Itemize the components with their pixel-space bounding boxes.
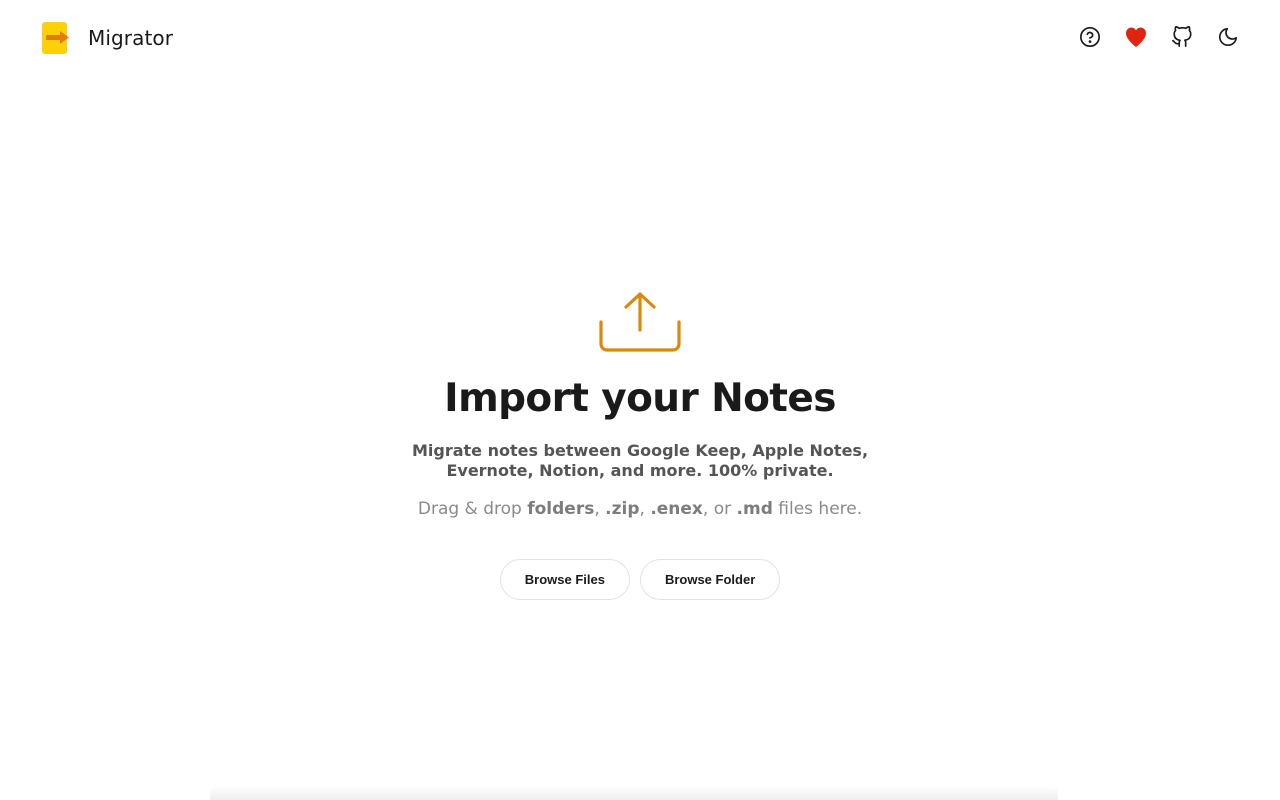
browse-buttons: Browse Files Browse Folder bbox=[499, 558, 781, 600]
drop-hint-enex: .enex bbox=[650, 498, 703, 519]
page-subtitle: Migrate notes between Google Keep, Apple… bbox=[411, 440, 869, 480]
upload-icon bbox=[598, 290, 682, 356]
moon-icon bbox=[1217, 26, 1239, 51]
migrator-logo-icon bbox=[40, 21, 70, 55]
page-title: Import your Notes bbox=[444, 376, 836, 421]
bottom-panel-edge bbox=[210, 786, 1058, 800]
drop-hint-sep: , bbox=[639, 498, 651, 519]
help-button[interactable] bbox=[1078, 26, 1102, 50]
drop-hint-sep: , or bbox=[702, 498, 737, 519]
drop-hint-prefix: Drag & drop bbox=[417, 498, 528, 519]
drop-hint: Drag & drop folders, .zip, .enex, or .md… bbox=[418, 497, 862, 521]
browse-files-button[interactable]: Browse Files bbox=[499, 558, 630, 600]
github-button[interactable] bbox=[1170, 25, 1194, 51]
drop-hint-sep: , bbox=[594, 498, 606, 519]
brand[interactable]: Migrator bbox=[40, 21, 173, 55]
drop-hint-md: .md bbox=[736, 498, 773, 519]
theme-toggle-button[interactable] bbox=[1216, 26, 1240, 50]
heart-icon bbox=[1124, 26, 1148, 51]
sponsor-button[interactable] bbox=[1124, 26, 1148, 50]
drop-hint-suffix: files here. bbox=[772, 498, 863, 519]
help-icon bbox=[1079, 26, 1101, 51]
drop-hint-folders: folders bbox=[527, 498, 595, 519]
app-name: Migrator bbox=[88, 26, 174, 50]
drop-hint-zip: .zip bbox=[605, 498, 640, 519]
browse-folder-button[interactable]: Browse Folder bbox=[639, 558, 781, 600]
page: Migrator Import your Notes Migrate notes… bbox=[0, 0, 1280, 800]
github-icon bbox=[1171, 25, 1193, 51]
import-dropzone[interactable]: Import your Notes Migrate notes between … bbox=[0, 290, 1280, 600]
header-actions bbox=[1078, 25, 1240, 51]
header: Migrator bbox=[0, 0, 1280, 76]
